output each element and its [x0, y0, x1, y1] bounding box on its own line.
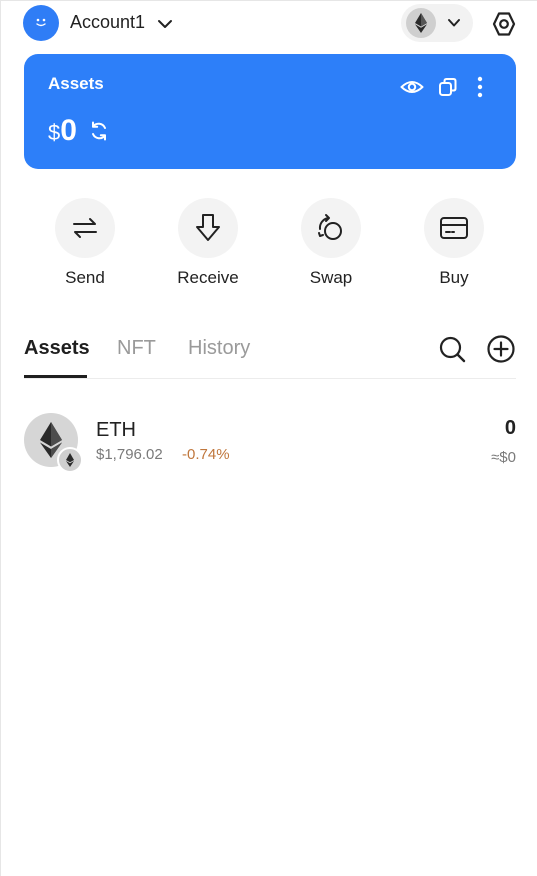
ethereum-icon — [66, 453, 74, 467]
currency-symbol: $ — [48, 120, 61, 145]
smiley-face-icon — [36, 18, 46, 27]
send-button[interactable]: Send — [35, 198, 135, 288]
more-vertical-icon[interactable] — [475, 76, 485, 98]
swap-circle[interactable] — [301, 198, 361, 258]
arrows-left-right-icon — [73, 218, 97, 238]
balance-value: 0 — [60, 114, 77, 147]
ethereum-icon — [415, 13, 427, 33]
add-circle-icon[interactable] — [486, 334, 516, 364]
swap-button[interactable]: Swap — [281, 198, 381, 288]
send-label: Send — [65, 268, 105, 287]
tab-nft[interactable]: NFT — [117, 337, 156, 360]
credit-card-icon — [440, 217, 468, 239]
tab-history[interactable]: History — [188, 337, 250, 360]
total-balance: $0 — [48, 114, 77, 148]
arrow-down-icon — [196, 214, 220, 241]
token-price-change: -0.74% — [182, 446, 230, 463]
receive-label: Receive — [177, 268, 239, 287]
chain-badge — [57, 447, 83, 473]
chevron-down-icon[interactable] — [446, 15, 462, 31]
chevron-down-icon[interactable] — [156, 15, 174, 33]
swap-label: Swap — [309, 268, 353, 287]
send-circle[interactable] — [55, 198, 115, 258]
buy-circle[interactable] — [424, 198, 484, 258]
eye-icon[interactable] — [400, 76, 424, 98]
token-fiat-value: ≈$0 — [491, 449, 516, 466]
asset-row-eth[interactable]: ETH $1,796.02 -0.74% 0 ≈$0 — [24, 413, 516, 473]
receive-button[interactable]: Receive — [158, 198, 258, 288]
network-eth-badge[interactable] — [406, 8, 436, 38]
buy-button[interactable]: Buy — [404, 198, 504, 288]
buy-label: Buy — [439, 268, 469, 287]
token-price: $1,796.02 — [96, 446, 163, 463]
settings-hexagon-icon[interactable] — [490, 10, 518, 38]
search-icon[interactable] — [438, 335, 466, 363]
assets-card-title: Assets — [48, 74, 104, 93]
header: Account1 — [1, 1, 537, 47]
swap-icon — [318, 214, 342, 240]
token-amount: 0 — [504, 417, 516, 439]
token-symbol: ETH — [96, 419, 136, 441]
tabs-divider — [24, 378, 516, 379]
assets-card: Assets $0 — [24, 54, 516, 169]
account-name[interactable]: Account1 — [70, 12, 145, 33]
account-avatar[interactable] — [23, 5, 59, 41]
refresh-icon[interactable] — [88, 120, 110, 142]
copy-icon[interactable] — [437, 76, 459, 98]
tab-assets[interactable]: Assets — [24, 337, 90, 360]
receive-circle[interactable] — [178, 198, 238, 258]
